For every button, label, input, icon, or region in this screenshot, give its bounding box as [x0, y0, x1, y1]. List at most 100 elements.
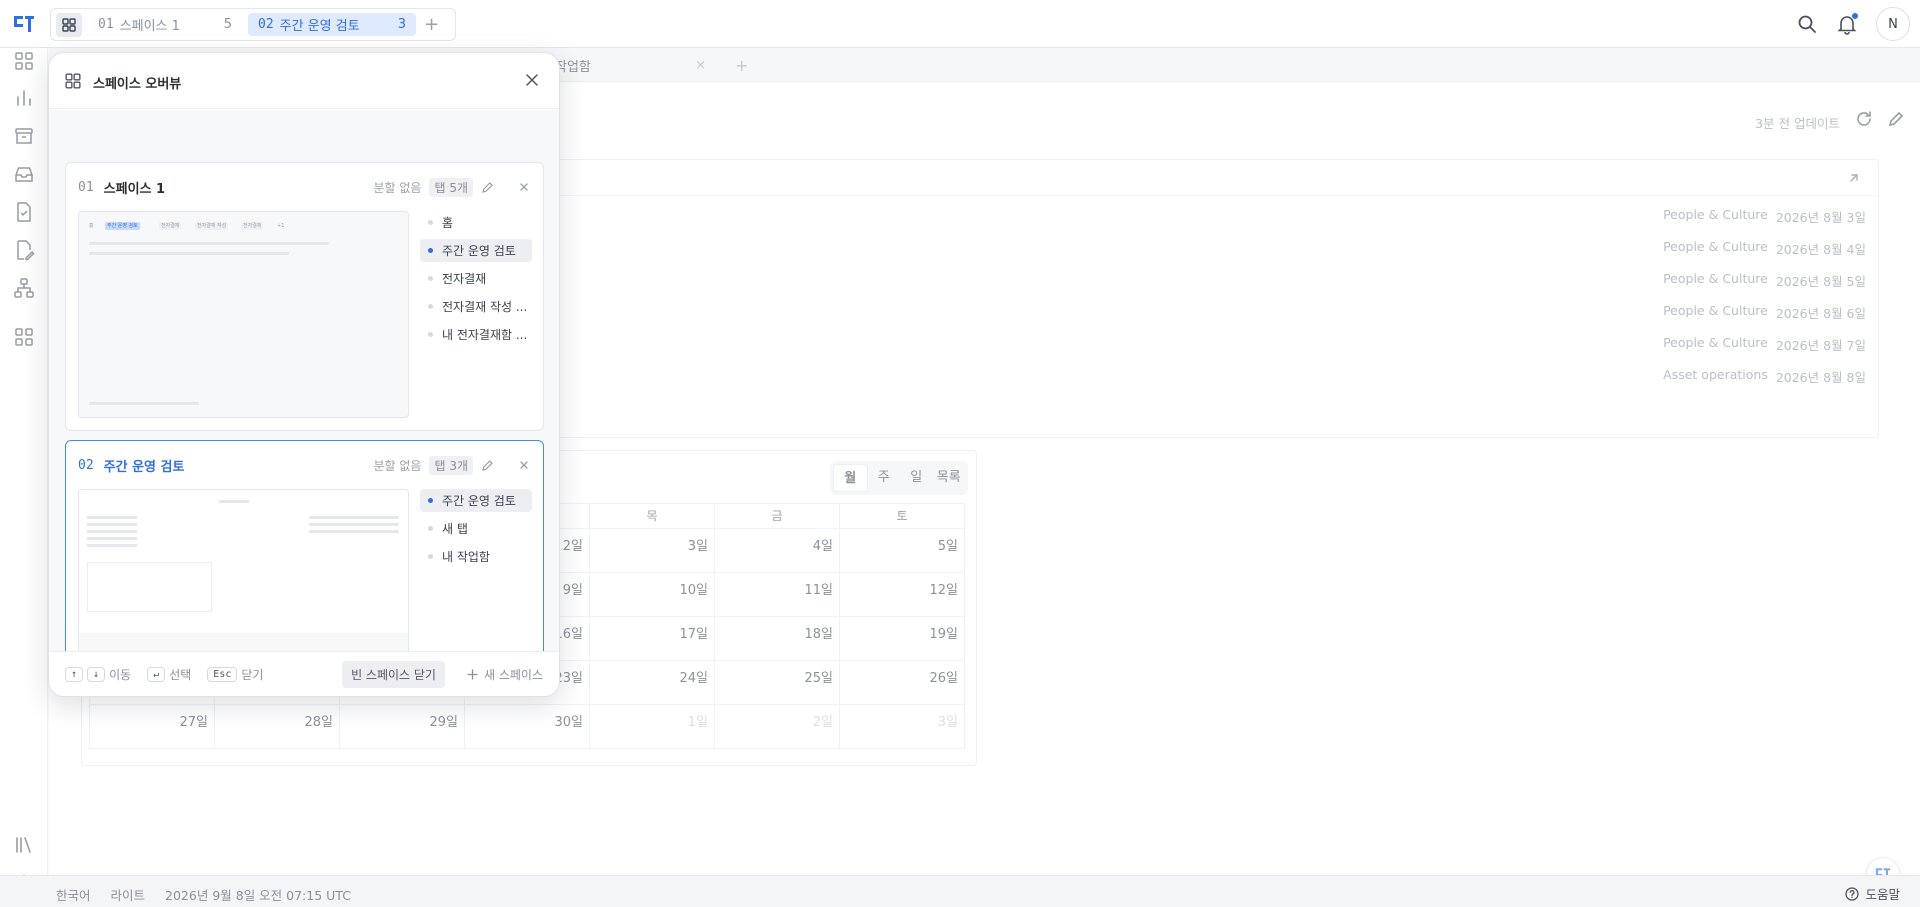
rename-pencil-icon[interactable]: [481, 180, 495, 194]
weekday-header: 목: [590, 503, 715, 529]
plus-icon: [467, 668, 478, 680]
space-tab-item[interactable]: 새 탭: [420, 517, 532, 540]
new-space-button[interactable]: 새 스페이스: [467, 666, 543, 683]
search-icon[interactable]: [1796, 13, 1818, 35]
org-chart-icon[interactable]: [12, 276, 36, 300]
calendar-day-cell[interactable]: 3일: [590, 529, 715, 573]
tab-label: 내 작업함: [442, 550, 490, 564]
space-name: 스페이스 1: [119, 19, 180, 34]
thumb-chip: 전자결재 작성: [195, 222, 229, 230]
expand-arrow-icon[interactable]: [1846, 170, 1862, 186]
calendar-day-cell[interactable]: 19일: [840, 617, 965, 661]
space-tab-item[interactable]: 주간 운영 검토: [420, 239, 532, 262]
calendar-day-cell[interactable]: 11일: [715, 573, 840, 617]
view-month-button[interactable]: 월: [833, 464, 868, 492]
view-week-button[interactable]: 주: [868, 464, 901, 492]
avatar[interactable]: N: [1876, 7, 1910, 41]
space-pill-2[interactable]: 02 주간 운영 검토 3: [248, 13, 416, 36]
view-day-button[interactable]: 일: [900, 464, 933, 492]
calendar-day-cell[interactable]: 27일: [89, 705, 215, 749]
bell-icon[interactable]: [1836, 12, 1859, 35]
space-tab-item[interactable]: 전자결재: [420, 267, 532, 290]
calendar-day-cell[interactable]: 10일: [590, 573, 715, 617]
space-tab-item[interactable]: 내 작업함: [420, 545, 532, 568]
list-item[interactable]: People & Culture 2026년 8월 6일: [1663, 303, 1866, 323]
space-card-1[interactable]: 01 스페이스 1 분할 없음 탭 5개 홈 주간 운영 검토 전자결재 전자결…: [65, 162, 544, 431]
space-tab-item[interactable]: 전자결재 작성 ...: [420, 295, 532, 318]
space-tab-item[interactable]: 홈: [420, 211, 532, 234]
calendar-day-cell[interactable]: 12일: [840, 573, 965, 617]
tab-dot: [428, 332, 433, 337]
space-tab-item[interactable]: 주간 운영 검토: [420, 489, 532, 512]
list-item[interactable]: Asset operations 2026년 8월 8일: [1663, 367, 1866, 387]
list-item[interactable]: People & Culture 2026년 8월 3일: [1663, 207, 1866, 227]
close-space-icon[interactable]: [517, 458, 531, 472]
new-doc-tab-plus-icon[interactable]: +: [735, 48, 748, 82]
close-space-icon[interactable]: [517, 180, 531, 194]
list-item-team: People & Culture: [1663, 303, 1768, 318]
app-logo-icon[interactable]: [10, 10, 38, 38]
archive-icon[interactable]: [12, 124, 36, 148]
calendar-day-cell[interactable]: 17일: [590, 617, 715, 661]
doc-tab-label: 작업함: [555, 59, 591, 75]
calendar-day-cell[interactable]: 25일: [715, 661, 840, 705]
help-label: 도움말: [1865, 887, 1900, 902]
calendar-day-cell[interactable]: 1일: [590, 705, 715, 749]
grid-icon: [62, 17, 76, 32]
chart-icon[interactable]: [12, 86, 36, 110]
tab-label: 전자결재: [442, 272, 487, 286]
widgets-icon[interactable]: [12, 325, 36, 349]
edit-pencil-icon[interactable]: [1886, 109, 1906, 129]
calendar-day-cell[interactable]: 3일: [840, 705, 965, 749]
space-overview-button[interactable]: [56, 12, 82, 37]
new-space-label: 새 스페이스: [483, 667, 543, 682]
help-button[interactable]: 도움말: [1845, 884, 1900, 903]
space-pill-1[interactable]: 01 스페이스 1 5: [88, 13, 242, 36]
space-tab-count: 3: [397, 17, 406, 32]
document-edit-icon[interactable]: [12, 238, 36, 262]
list-item-date: 2026년 8월 4일: [1775, 242, 1866, 257]
notification-dot: [1851, 12, 1859, 20]
language-selector[interactable]: 한국어: [56, 885, 91, 904]
space-card-header: 02 주간 운영 검토 분할 없음 탭 3개: [78, 455, 531, 475]
doc-tab-inbox[interactable]: 작업함: [555, 48, 591, 82]
apps-grid-icon[interactable]: [12, 49, 36, 73]
inbox-icon[interactable]: [12, 162, 36, 186]
list-item-date: 2026년 8월 7일: [1775, 338, 1866, 353]
thumb-line: [89, 252, 289, 255]
calendar-day-cell[interactable]: 29일: [340, 705, 465, 749]
library-icon[interactable]: [12, 833, 36, 857]
calendar-day-cell[interactable]: 18일: [715, 617, 840, 661]
thumb-line: [219, 500, 249, 503]
calendar-day-cell[interactable]: 26일: [840, 661, 965, 705]
list-item[interactable]: People & Culture 2026년 8월 5일: [1663, 271, 1866, 291]
refresh-icon[interactable]: [1854, 109, 1874, 129]
calendar-day-cell[interactable]: 30일: [465, 705, 590, 749]
weekday-header: 금: [715, 503, 840, 529]
rename-pencil-icon[interactable]: [481, 458, 495, 472]
calendar-day-cell[interactable]: 4일: [715, 529, 840, 573]
key-esc: Esc: [207, 666, 238, 682]
close-empty-spaces-button[interactable]: 빈 스페이스 닫기: [342, 660, 445, 688]
space-tab-item[interactable]: 내 전자결재함 ...: [420, 323, 532, 346]
list-item[interactable]: People & Culture 2026년 8월 4일: [1663, 239, 1866, 259]
view-list-button[interactable]: 목록: [933, 464, 966, 492]
split-status: 분할 없음: [373, 458, 422, 473]
last-updated-text: 3분 전 업데이트: [1755, 116, 1840, 131]
calendar-day-cell[interactable]: 5일: [840, 529, 965, 573]
list-item-team: People & Culture: [1663, 239, 1768, 254]
help-circle-icon: [1845, 886, 1860, 901]
add-space-plus-icon[interactable]: +: [424, 15, 439, 34]
tab-count-badge: 탭 3개: [429, 455, 473, 475]
current-datetime: 2026년 9월 8일 오전 07:15 UTC: [165, 888, 351, 903]
calendar-day-cell[interactable]: 2일: [715, 705, 840, 749]
close-icon[interactable]: [525, 73, 539, 87]
doc-tab-close-icon[interactable]: ×: [695, 48, 706, 82]
space-card-name: 주간 운영 검토: [103, 459, 185, 475]
calendar-day-cell[interactable]: 28일: [215, 705, 340, 749]
list-item-team: Asset operations: [1663, 367, 1768, 382]
document-check-icon[interactable]: [12, 200, 36, 224]
list-item[interactable]: People & Culture 2026년 8월 7일: [1663, 335, 1866, 355]
calendar-day-cell[interactable]: 24일: [590, 661, 715, 705]
theme-selector[interactable]: 라이트: [111, 885, 146, 904]
